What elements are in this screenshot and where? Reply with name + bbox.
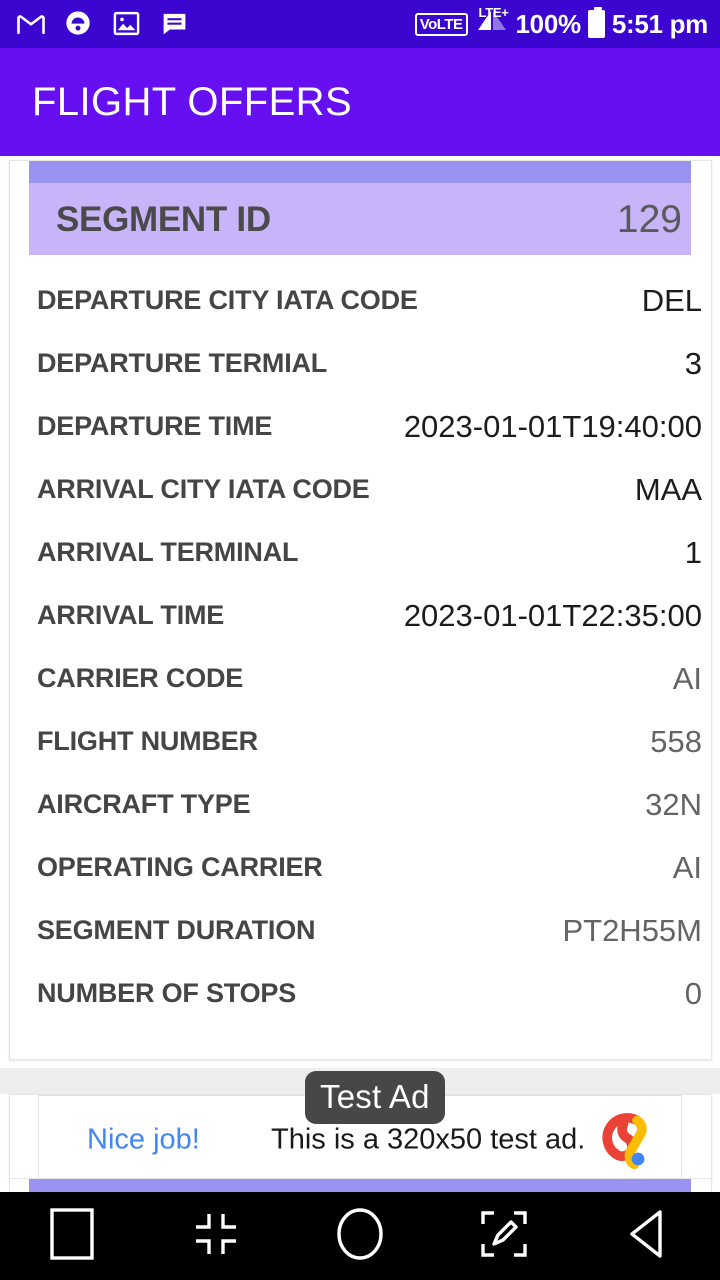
detail-row: DEPARTURE CITY IATA CODE DEL [10,269,713,332]
detail-row-label: CARRIER CODE [37,663,244,693]
segment-card[interactable]: SEGMENT ID 129 DEPARTURE CITY IATA CODE D… [9,160,712,1060]
detail-row: DEPARTURE TIME 2023-01-01T19:40:00 [10,395,713,458]
home-button[interactable] [315,1192,405,1280]
ad-container[interactable]: Nice job! This is a 320x50 test ad. Test… [9,1071,712,1186]
detail-row-label: NUMBER OF STOPS [37,978,297,1008]
screenshot-button[interactable] [459,1192,549,1280]
ad-body-text: This is a 320x50 test ad. [271,1123,586,1156]
battery-full-icon [587,7,605,38]
volte-icon: VoLTE [414,12,468,36]
photos-icon [112,9,142,39]
detail-row: ARRIVAL TERMINAL 1 [10,521,713,584]
gmail-icon [16,9,46,39]
detail-row-value: 32N [645,787,702,822]
detail-row-label: DEPARTURE CITY IATA CODE [37,285,418,315]
detail-row: NUMBER OF STOPS 0 [10,962,713,1025]
detail-row: FLIGHT NUMBER 558 [10,710,713,773]
status-bar-notification-icons [16,9,190,39]
circle-icon [335,1207,385,1266]
detail-row-label: OPERATING CARRIER [37,852,323,882]
detail-row-value: AI [672,661,702,696]
clock-label: 5:51 pm [611,9,708,39]
status-bar: VoLTE LTE+ 100% 5:51 pm [0,0,720,48]
shrink-button[interactable] [171,1192,261,1280]
detail-row-label: DEPARTURE TERMIAL [37,348,328,378]
back-button[interactable] [603,1192,693,1280]
detail-row-label: SEGMENT DURATION [37,915,316,945]
segment-id-value: 129 [616,197,682,241]
detail-row: SEGMENT DURATION PT2H55M [10,899,713,962]
detail-row-value: 2023-01-01T19:40:00 [403,409,702,444]
detail-row-value: 558 [650,724,702,759]
scroll-content[interactable]: SEGMENT ID 129 DEPARTURE CITY IATA CODE D… [0,156,720,1202]
detail-row-value: AI [672,850,702,885]
app-bar: FLIGHT OFFERS [0,48,720,156]
detail-row-label: ARRIVAL CITY IATA CODE [37,474,370,504]
detail-row-value: MAA [634,472,702,507]
detail-row: AIRCRAFT TYPE 32N [10,773,713,836]
detail-row-value: 3 [684,346,702,381]
truecaller-icon [64,9,94,39]
recents-button[interactable] [27,1192,117,1280]
segment-header: SEGMENT ID 129 [29,183,691,255]
segment-detail-list: DEPARTURE CITY IATA CODE DEL DEPARTURE TER… [10,269,713,1025]
detail-row-label: DEPARTURE TIME [37,411,273,441]
test-ad-badge: Test Ad [305,1071,445,1124]
detail-row-value: 2023-01-01T22:35:00 [403,598,702,633]
ad-link[interactable]: Nice job! [87,1125,200,1155]
detail-row-label: FLIGHT NUMBER [37,726,258,756]
detail-row-label: AIRCRAFT TYPE [37,789,251,819]
detail-row-value: 1 [684,535,702,570]
ad-banner[interactable]: Nice job! This is a 320x50 test ad. Test… [38,1071,682,1185]
status-bar-system-icons: VoLTE LTE+ 100% 5:51 pm [414,6,708,40]
detail-row-value: DEL [641,283,702,318]
detail-row: OPERATING CARRIER AI [10,836,713,899]
segment-id-label: SEGMENT ID [56,199,271,239]
detail-row-label: ARRIVAL TERMINAL [37,537,299,567]
signal-strength-icon: LTE+ [475,6,509,40]
detail-row: ARRIVAL CITY IATA CODE MAA [10,458,713,521]
back-triangle-icon [624,1208,672,1265]
detail-row: CARRIER CODE AI [10,647,713,710]
detail-row-label: ARRIVAL TIME [37,600,225,630]
system-navigation-bar [0,1192,720,1280]
collapse-arrows-icon [192,1210,240,1263]
detail-row: DEPARTURE TERMIAL 3 [10,332,713,395]
messages-icon [160,9,190,39]
admob-logo-icon [597,1109,659,1171]
square-icon [49,1207,95,1266]
detail-row-value: 0 [684,976,702,1011]
battery-percent-label: 100% [515,9,582,39]
pencil-crop-icon [479,1209,529,1264]
page-title: FLIGHT OFFERS [32,80,353,124]
segment-header-strip [29,161,691,183]
detail-row: ARRIVAL TIME 2023-01-01T22:35:00 [10,584,713,647]
signal-triangle [477,9,507,36]
detail-row-value: PT2H55M [562,913,702,948]
